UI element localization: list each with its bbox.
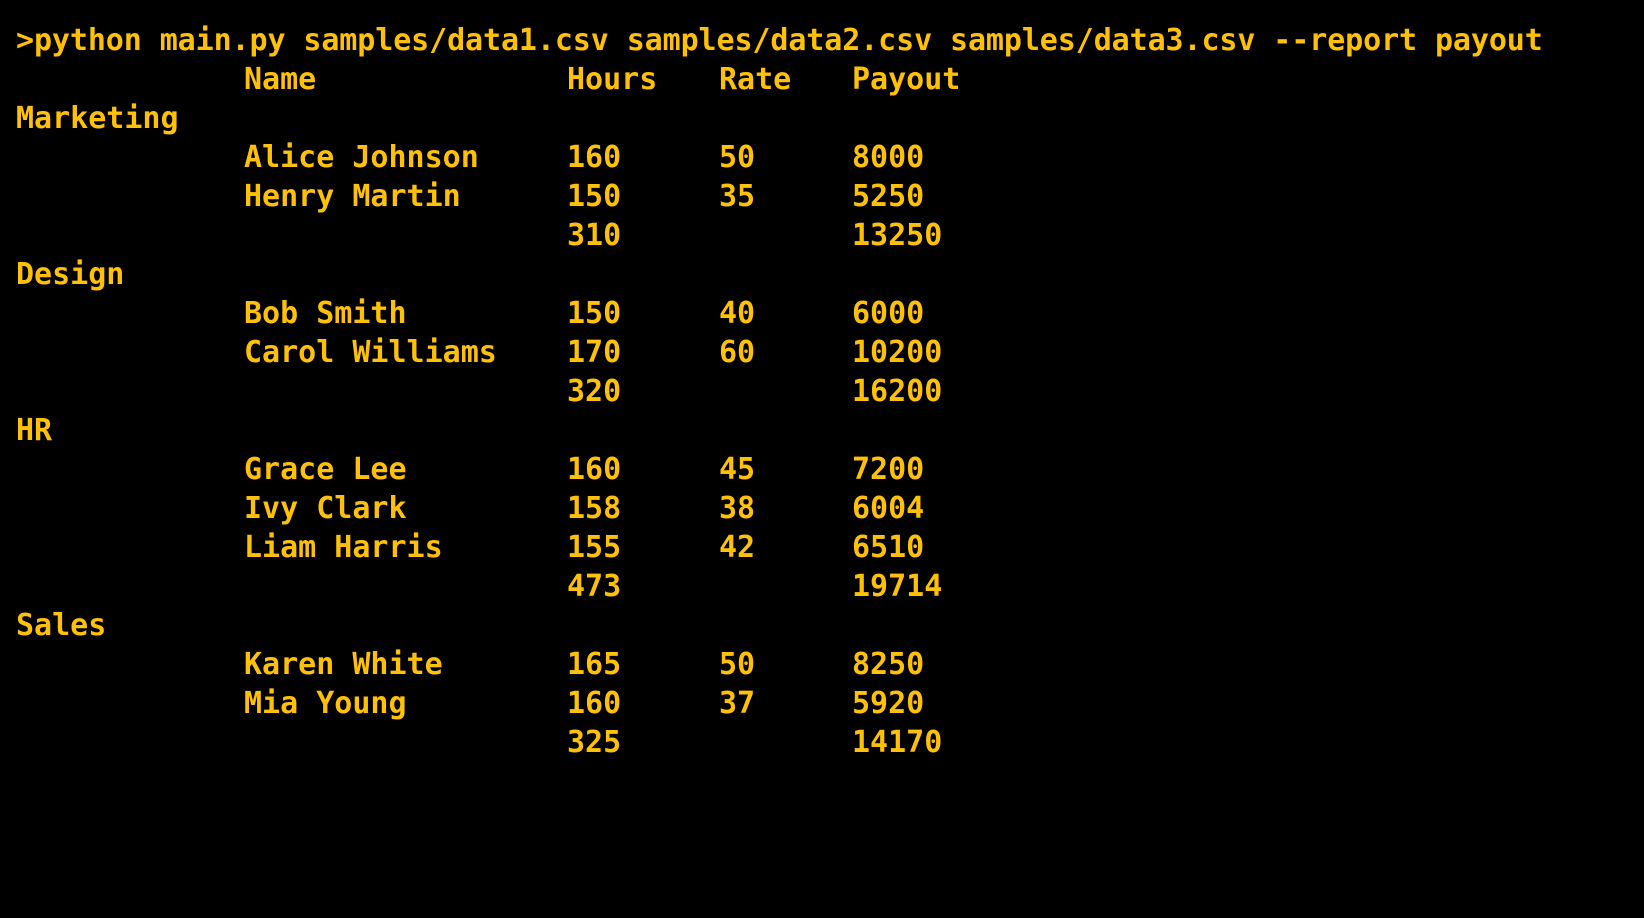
total-hours: 325 — [567, 725, 622, 760]
department-heading: Sales — [16, 606, 1636, 645]
employee-payout: 8000 — [852, 140, 925, 175]
employee-row: Ivy Clark 158 38 6004 — [16, 489, 1636, 528]
employee-hours: 150 — [567, 179, 622, 214]
employee-payout: 6510 — [852, 530, 925, 565]
employee-name: Ivy Clark — [244, 491, 407, 526]
employee-row: Liam Harris 155 42 6510 — [16, 528, 1636, 567]
employee-row: Alice Johnson 160 50 8000 — [16, 138, 1636, 177]
employee-payout: 7200 — [852, 452, 925, 487]
total-hours: 320 — [567, 374, 622, 409]
header-name: Name — [244, 62, 317, 97]
employee-name: Liam Harris — [244, 530, 443, 565]
employee-name: Mia Young — [244, 686, 407, 721]
employee-row: Bob Smith 150 40 6000 — [16, 294, 1636, 333]
employee-row: Mia Young 160 37 5920 — [16, 684, 1636, 723]
employee-hours: 150 — [567, 296, 622, 331]
total-payout: 19714 — [852, 569, 943, 604]
employee-payout: 5920 — [852, 686, 925, 721]
total-payout: 14170 — [852, 725, 943, 760]
employee-row: Henry Martin 150 35 5250 — [16, 177, 1636, 216]
employee-rate: 50 — [719, 140, 756, 175]
employee-row: Grace Lee 160 45 7200 — [16, 450, 1636, 489]
employee-name: Bob Smith — [244, 296, 407, 331]
employee-hours: 158 — [567, 491, 622, 526]
department-total-row: 310 13250 — [16, 216, 1636, 255]
total-payout: 16200 — [852, 374, 943, 409]
employee-hours: 160 — [567, 140, 622, 175]
department-name: HR — [16, 413, 53, 448]
department-total-row: 325 14170 — [16, 723, 1636, 762]
command-text: >python main.py samples/data1.csv sample… — [16, 23, 1543, 58]
department-total-row: 320 16200 — [16, 372, 1636, 411]
total-hours: 473 — [567, 569, 622, 604]
employee-rate: 50 — [719, 647, 756, 682]
employee-rate: 45 — [719, 452, 756, 487]
department-name: Marketing — [16, 101, 179, 136]
department-heading: Marketing — [16, 99, 1636, 138]
employee-rate: 60 — [719, 335, 756, 370]
command-line: >python main.py samples/data1.csv sample… — [16, 21, 1636, 60]
department-heading: HR — [16, 411, 1636, 450]
employee-payout: 8250 — [852, 647, 925, 682]
employee-rate: 35 — [719, 179, 756, 214]
employee-rate: 37 — [719, 686, 756, 721]
employee-name: Alice Johnson — [244, 140, 479, 175]
department-total-row: 473 19714 — [16, 567, 1636, 606]
employee-payout: 6004 — [852, 491, 925, 526]
employee-row: Karen White 165 50 8250 — [16, 645, 1636, 684]
employee-rate: 38 — [719, 491, 756, 526]
department-name: Sales — [16, 608, 107, 643]
employee-payout: 6000 — [852, 296, 925, 331]
department-name: Design — [16, 257, 125, 292]
employee-payout: 5250 — [852, 179, 925, 214]
header-payout: Payout — [852, 62, 961, 97]
header-rate: Rate — [719, 62, 792, 97]
terminal-output: >python main.py samples/data1.csv sample… — [16, 21, 1636, 762]
header-hours: Hours — [567, 62, 658, 97]
employee-name: Karen White — [244, 647, 443, 682]
employee-hours: 155 — [567, 530, 622, 565]
employee-payout: 10200 — [852, 335, 943, 370]
employee-name: Henry Martin — [244, 179, 461, 214]
employee-rate: 42 — [719, 530, 756, 565]
total-payout: 13250 — [852, 218, 943, 253]
report-header-row: Name Hours Rate Payout — [16, 60, 1636, 99]
employee-hours: 160 — [567, 452, 622, 487]
total-hours: 310 — [567, 218, 622, 253]
department-heading: Design — [16, 255, 1636, 294]
employee-rate: 40 — [719, 296, 756, 331]
employee-hours: 170 — [567, 335, 622, 370]
employee-hours: 165 — [567, 647, 622, 682]
employee-row: Carol Williams 170 60 10200 — [16, 333, 1636, 372]
employee-hours: 160 — [567, 686, 622, 721]
employee-name: Carol Williams — [244, 335, 497, 370]
employee-name: Grace Lee — [244, 452, 407, 487]
